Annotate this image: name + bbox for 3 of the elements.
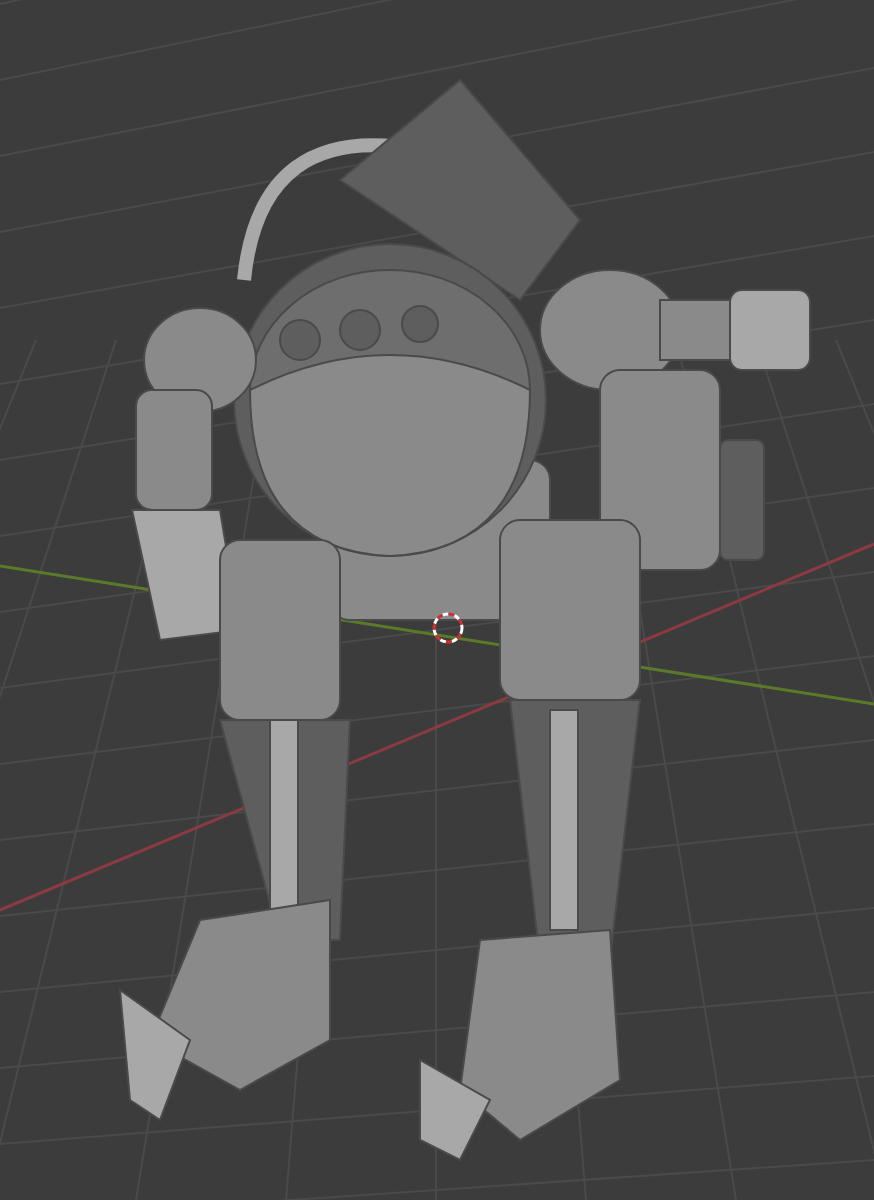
viewport-3d[interactable] — [0, 0, 874, 1200]
cursor-3d-icon[interactable] — [432, 612, 464, 644]
robot-model-drawing[interactable] — [118, 78, 811, 1162]
